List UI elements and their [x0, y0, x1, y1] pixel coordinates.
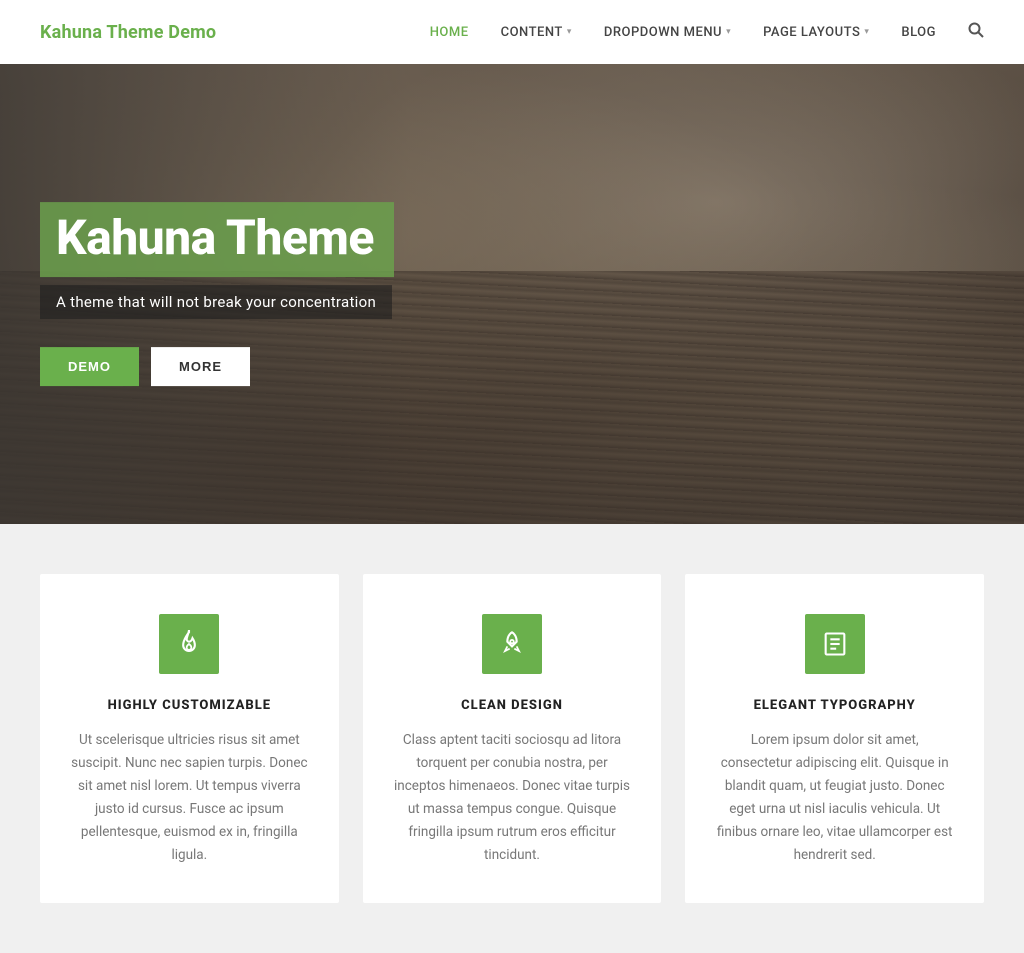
hero-content: Kahuna Theme A theme that will not break… [40, 202, 394, 386]
feature-icon-rocket [482, 614, 542, 674]
rocket-icon [498, 630, 526, 658]
hero-subtitle: A theme that will not break your concent… [56, 293, 376, 311]
demo-button[interactable]: DEMO [40, 347, 139, 386]
header: Kahuna Theme Demo HOME CONTENT ▾ DROPDOW… [0, 0, 1024, 64]
feature-text-customizable: Ut scelerisque ultricies risus sit amet … [70, 729, 309, 867]
feature-title-customizable: HIGHLY CUSTOMIZABLE [108, 698, 272, 713]
features-section: HIGHLY CUSTOMIZABLE Ut scelerisque ultri… [0, 524, 1024, 953]
feature-title-clean-design: CLEAN DESIGN [461, 698, 563, 713]
main-nav: HOME CONTENT ▾ DROPDOWN MENU ▾ PAGE LAYO… [430, 22, 984, 42]
site-logo[interactable]: Kahuna Theme Demo [40, 22, 216, 43]
chevron-down-icon: ▾ [864, 27, 869, 37]
hero-title: Kahuna Theme [56, 212, 374, 265]
search-icon[interactable] [968, 22, 984, 42]
nav-item-blog[interactable]: BLOG [901, 25, 936, 40]
flame-icon [175, 630, 203, 658]
feature-card-typography: ELEGANT TYPOGRAPHY Lorem ipsum dolor sit… [685, 574, 984, 903]
feature-card-clean-design: CLEAN DESIGN Class aptent taciti sociosq… [363, 574, 662, 903]
feature-text-clean-design: Class aptent taciti sociosqu ad litora t… [393, 729, 632, 867]
feature-title-typography: ELEGANT TYPOGRAPHY [754, 698, 916, 713]
hero-section: Kahuna Theme A theme that will not break… [0, 64, 1024, 524]
typography-icon [821, 630, 849, 658]
hero-subtitle-background: A theme that will not break your concent… [40, 285, 392, 319]
nav-item-page-layouts[interactable]: PAGE LAYOUTS ▾ [763, 25, 869, 40]
chevron-down-icon: ▾ [567, 27, 572, 37]
chevron-down-icon: ▾ [726, 27, 731, 37]
hero-title-background: Kahuna Theme [40, 202, 394, 277]
more-button[interactable]: MORE [151, 347, 250, 386]
feature-icon-typography [805, 614, 865, 674]
nav-item-home[interactable]: HOME [430, 25, 469, 40]
feature-text-typography: Lorem ipsum dolor sit amet, consectetur … [715, 729, 954, 867]
nav-item-content[interactable]: CONTENT ▾ [501, 25, 572, 40]
nav-item-dropdown-menu[interactable]: DROPDOWN MENU ▾ [604, 25, 731, 40]
feature-icon-flame [159, 614, 219, 674]
hero-buttons: DEMO MORE [40, 347, 394, 386]
feature-card-customizable: HIGHLY CUSTOMIZABLE Ut scelerisque ultri… [40, 574, 339, 903]
